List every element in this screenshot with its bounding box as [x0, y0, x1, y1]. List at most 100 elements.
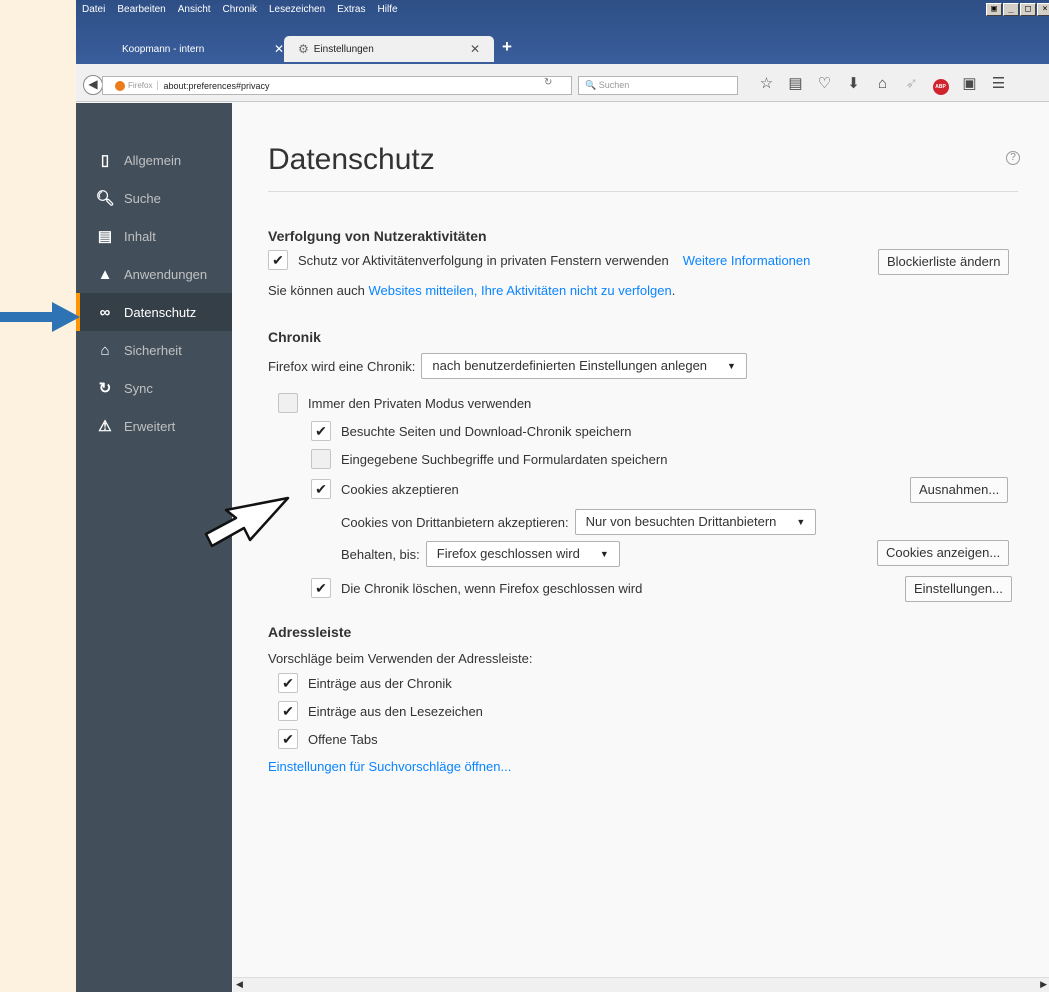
reload-icon[interactable]: ↻ — [544, 77, 552, 88]
suggest-history-label: Einträge aus der Chronik — [308, 675, 452, 691]
accept-cookies-checkbox[interactable]: ✔ — [311, 479, 331, 499]
tab-close-icon[interactable]: ✕ — [274, 42, 284, 56]
history-mode-select[interactable]: nach benutzerdefinierten Einstellungen a… — [421, 353, 747, 379]
sidebar-item-erweitert[interactable]: ⚠ Erweitert — [76, 407, 232, 445]
menu-icon[interactable]: ☰ — [984, 74, 1013, 94]
menu-bearbeiten[interactable]: Bearbeiten — [111, 2, 171, 18]
clear-on-close-label: Die Chronik löschen, wenn Firefox geschl… — [341, 580, 643, 596]
show-cookies-button[interactable]: Cookies anzeigen... — [877, 540, 1010, 566]
suggest-tabs-row: ✔ Offene Tabs — [278, 729, 378, 749]
menu-bar: Datei Bearbeiten Ansicht Chronik Lesezei… — [76, 2, 404, 18]
third-party-value: Nur von besuchten Drittanbietern — [585, 514, 777, 529]
tracking-protection-row: ✔ Schutz vor Aktivitätenverfolgung in pr… — [268, 250, 810, 270]
sidebar-item-datenschutz[interactable]: ∞ Datenschutz — [76, 293, 232, 331]
sync-icon: ↻ — [98, 380, 112, 397]
third-party-row: Cookies von Drittanbietern akzeptieren: … — [341, 509, 817, 535]
sidebar-item-anwendungen[interactable]: ▲ Anwendungen — [76, 255, 232, 293]
minimize-icon[interactable]: _ — [1003, 3, 1019, 16]
firefox-logo-icon — [115, 80, 125, 91]
suggest-tabs-label: Offene Tabs — [308, 731, 378, 747]
accept-cookies-label: Cookies akzeptieren — [341, 481, 459, 497]
new-tab-button[interactable]: + — [502, 37, 512, 57]
sidebar-item-label: Suche — [124, 190, 161, 206]
private-mode-checkbox[interactable] — [278, 393, 298, 413]
back-button[interactable]: ◀ — [83, 75, 103, 95]
third-party-label: Cookies von Drittanbietern akzeptieren: — [341, 514, 569, 530]
title-divider — [268, 191, 1018, 192]
security-icon: ⌂ — [100, 341, 110, 359]
suggest-bookmarks-label: Einträge aus den Lesezeichen — [308, 703, 483, 719]
adblock-label: ABP — [932, 79, 949, 95]
history-settings-button[interactable]: Einstellungen... — [905, 576, 1012, 602]
keep-until-value: Firefox geschlossen wird — [436, 546, 580, 561]
sidebar-item-sicherheit[interactable]: ⌂ Sicherheit — [76, 331, 232, 369]
tracking-protection-checkbox[interactable]: ✔ — [268, 250, 288, 270]
mouse-cursor-icon — [204, 496, 290, 548]
sidebar-item-allgemein[interactable]: ▯ Allgemein — [76, 141, 232, 179]
third-party-select[interactable]: Nur von besuchten Drittanbietern ▼ — [574, 509, 817, 535]
download-icon[interactable]: ⬇ — [839, 74, 868, 94]
accept-cookies-row: ✔ Cookies akzeptieren — [311, 479, 459, 499]
menu-hilfe[interactable]: Hilfe — [372, 2, 404, 18]
search-suggestions-link[interactable]: Einstellungen für Suchvorschläge öffnen.… — [268, 759, 511, 774]
title-bar: Datei Bearbeiten Ansicht Chronik Lesezei… — [76, 0, 1049, 64]
tracking-protection-label: Schutz vor Aktivitätenverfolgung in priv… — [298, 252, 669, 268]
star-icon[interactable]: ☆ — [752, 74, 781, 94]
remember-history-label: Besuchte Seiten und Download-Chronik spe… — [341, 423, 632, 439]
sidebar-item-label: Sicherheit — [124, 342, 182, 358]
privacy-mask-icon: ∞ — [99, 303, 111, 321]
menu-extras[interactable]: Extras — [331, 2, 371, 18]
back-arrow-icon: ◀ — [88, 77, 98, 91]
applications-icon: ▲ — [97, 265, 113, 283]
remember-history-checkbox[interactable]: ✔ — [311, 421, 331, 441]
menu-datei[interactable]: Datei — [76, 2, 111, 18]
search-icon: 🔍 — [585, 80, 597, 90]
horizontal-scrollbar[interactable]: ◀ ▶ — [233, 977, 1049, 992]
tab-strip: Koopmann - intern ✕ ⚙ Einstellungen ✕ + — [76, 22, 1049, 62]
clear-on-close-row: ✔ Die Chronik löschen, wenn Firefox gesc… — [311, 578, 642, 598]
dnt-row: Sie können auch Websites mitteilen, Ihre… — [268, 283, 675, 298]
content-icon: ▤ — [97, 228, 113, 245]
more-info-link[interactable]: Weitere Informationen — [683, 253, 811, 268]
home-icon[interactable]: ⌂ — [868, 74, 897, 94]
maximize-icon[interactable]: □ — [1020, 3, 1036, 16]
url-text[interactable]: about:preferences#privacy — [163, 81, 269, 91]
search-input[interactable]: 🔍 Suchen — [578, 76, 738, 95]
menu-lesezeichen[interactable]: Lesezeichen — [263, 2, 331, 18]
extension-icon[interactable]: ▣ — [955, 74, 984, 94]
help-icon[interactable]: ? — [1006, 151, 1020, 165]
close-window-icon[interactable]: × — [1037, 3, 1049, 16]
send-icon[interactable]: ➶ — [897, 74, 926, 94]
scroll-left-icon[interactable]: ◀ — [236, 979, 243, 990]
sidebar-item-label: Sync — [124, 380, 153, 396]
bookmarks-icon[interactable]: ▤ — [781, 74, 810, 94]
remember-forms-checkbox[interactable] — [311, 449, 331, 469]
url-bar[interactable]: Firefox about:preferences#privacy — [102, 76, 572, 95]
clear-on-close-checkbox[interactable]: ✔ — [311, 578, 331, 598]
tab-einstellungen[interactable]: ⚙ Einstellungen ✕ — [284, 36, 494, 62]
sidebar-item-label: Allgemein — [124, 152, 182, 168]
sidebar-item-label: Inhalt — [124, 228, 156, 244]
identity-label: Firefox — [128, 81, 159, 90]
sidebar-item-sync[interactable]: ↻ Sync — [76, 369, 232, 407]
menu-ansicht[interactable]: Ansicht — [172, 2, 217, 18]
suggest-history-checkbox[interactable]: ✔ — [278, 673, 298, 693]
locationbar-intro: Vorschläge beim Verwenden der Adressleis… — [268, 651, 533, 666]
tab-close-icon[interactable]: ✕ — [470, 42, 480, 56]
restore-icon[interactable]: ▣ — [986, 3, 1002, 16]
sidebar-item-inhalt[interactable]: ▤ Inhalt — [76, 217, 232, 255]
adblock-icon[interactable]: ABP — [926, 74, 955, 95]
pocket-icon[interactable]: ♡ — [810, 74, 839, 94]
chevron-down-icon: ▼ — [599, 549, 609, 559]
dnt-link[interactable]: Websites mitteilen, Ihre Aktivitäten nic… — [368, 283, 671, 298]
suggest-bookmarks-checkbox[interactable]: ✔ — [278, 701, 298, 721]
exceptions-button[interactable]: Ausnahmen... — [910, 477, 1009, 503]
suggest-tabs-checkbox[interactable]: ✔ — [278, 729, 298, 749]
sidebar-item-suche[interactable]: 🔍︎ Suche — [76, 179, 232, 217]
scroll-right-icon[interactable]: ▶ — [1040, 979, 1047, 990]
blocklist-button[interactable]: Blockierliste ändern — [878, 249, 1010, 275]
keep-until-select[interactable]: Firefox geschlossen wird ▼ — [425, 541, 620, 567]
tab-koopmann[interactable]: Koopmann - intern ✕ — [84, 36, 284, 62]
keep-until-label: Behalten, bis: — [341, 546, 420, 562]
menu-chronik[interactable]: Chronik — [217, 2, 263, 18]
